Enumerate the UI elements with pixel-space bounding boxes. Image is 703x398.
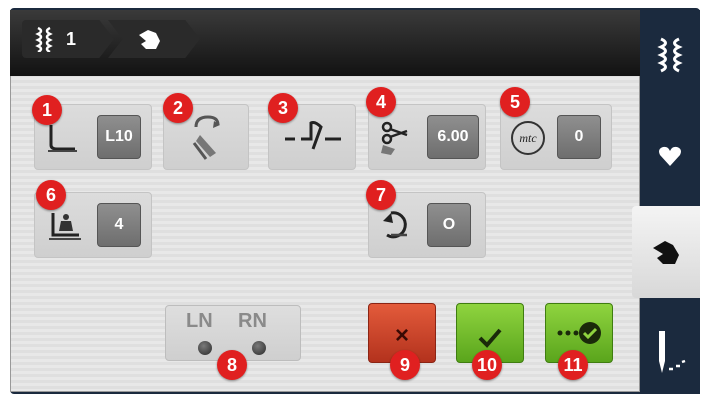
needle-icon <box>659 331 686 373</box>
callout-badge-5: 5 <box>500 87 530 117</box>
heart-icon <box>659 146 681 166</box>
needle-left-indicator[interactable] <box>198 341 212 355</box>
needle-right-label: RN <box>238 310 267 332</box>
confirm-all-icon <box>557 322 601 344</box>
sidebar-tab-favorites[interactable] <box>640 110 700 202</box>
pattern-repeat-icon <box>383 211 407 239</box>
presser-foot-value: L10 <box>97 115 141 159</box>
callout-badge-9: 9 <box>390 350 420 380</box>
foot-pressure-icon <box>49 213 81 240</box>
callout-badge-8: 8 <box>217 350 247 380</box>
foot-indicator-icon <box>192 115 220 160</box>
callout-badge-6: 6 <box>36 180 66 210</box>
hand-icon <box>139 30 160 49</box>
securing-stitch-icon <box>285 121 341 150</box>
callout-badge-2: 2 <box>163 93 193 123</box>
foot-pressure-value: 4 <box>97 203 141 247</box>
callout-badge-4: 4 <box>366 87 396 117</box>
mtc-icon: mtc <box>511 121 545 155</box>
sidebar <box>632 10 700 394</box>
presser-foot-icon <box>48 125 77 152</box>
needle-right-indicator[interactable] <box>252 341 266 355</box>
hand-icon <box>653 241 679 264</box>
callout-badge-7: 7 <box>366 180 396 210</box>
callout-badge-11: 11 <box>558 350 588 380</box>
breadcrumb-stitch[interactable]: 1 <box>22 20 114 58</box>
sidebar-tab-needle[interactable] <box>640 306 700 398</box>
callout-badge-1: 1 <box>32 95 62 125</box>
callout-badge-10: 10 <box>472 350 502 380</box>
sidebar-tab-stitches[interactable] <box>640 10 700 102</box>
mtc-value: 0 <box>557 115 601 159</box>
scissors-icon <box>381 121 408 155</box>
stitch-pattern-icon <box>35 26 53 52</box>
checkmark-icon <box>478 328 502 348</box>
needle-left-label: LN <box>186 310 213 332</box>
stitch-number: 1 <box>66 28 77 49</box>
stitch-pattern-icon <box>657 37 683 73</box>
callout-badge-3: 3 <box>268 93 298 123</box>
sidebar-tab-settings[interactable] <box>632 206 700 298</box>
thread-cutter-value: 6.00 <box>427 115 479 159</box>
pattern-repeat-value: O <box>427 203 471 247</box>
close-icon: × <box>394 322 409 349</box>
